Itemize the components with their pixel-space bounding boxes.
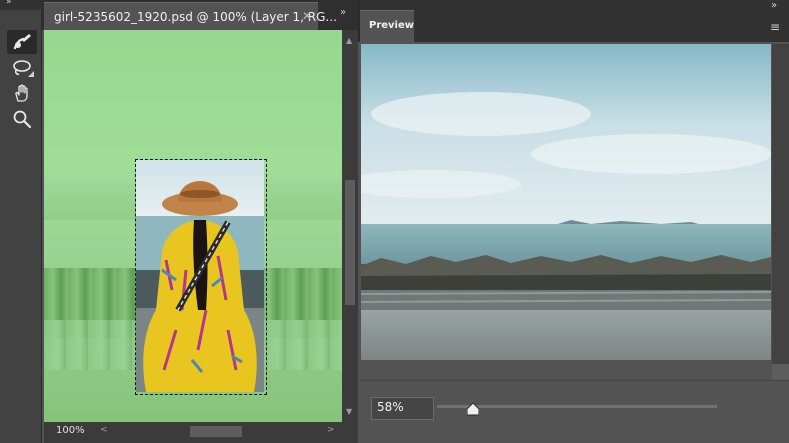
- preview-zoom-input[interactable]: 58%: [371, 397, 434, 420]
- lasso-tool[interactable]: [7, 56, 37, 80]
- panel-menu-icon[interactable]: ≡: [770, 20, 780, 34]
- selection-marquee[interactable]: [135, 159, 267, 395]
- preview-panel: [360, 42, 789, 380]
- scroll-down-icon[interactable]: ▼: [346, 407, 352, 416]
- tool-flyout-indicator: [28, 71, 34, 77]
- collapse-icon[interactable]: »: [6, 0, 11, 7]
- scroll-right-icon[interactable]: >: [327, 425, 335, 435]
- tools-collapse-bar[interactable]: »: [0, 0, 42, 10]
- collapse-panels-icon[interactable]: »: [340, 7, 346, 18]
- document-tab[interactable]: girl-5235602_1920.psd @ 100% (Layer 1, R…: [44, 2, 337, 30]
- zoom-slider[interactable]: [437, 405, 717, 408]
- close-icon[interactable]: ✕: [302, 9, 312, 23]
- preview-tab[interactable]: Preview: [360, 10, 414, 42]
- hand-icon: [15, 84, 28, 102]
- brush-icon: [13, 34, 31, 50]
- zoom-level-status[interactable]: 100%: [56, 425, 85, 436]
- preview-scroll-corner: [772, 364, 789, 380]
- document-status-bar: 100% < >: [44, 422, 358, 443]
- scroll-left-icon[interactable]: <: [100, 425, 108, 435]
- document-tab-title: girl-5235602_1920.psd @ 100% (Layer 1, R…: [54, 10, 337, 24]
- tools-panel: [0, 10, 42, 443]
- preview-tab-label: Preview: [369, 20, 415, 31]
- vertical-scroll-thumb[interactable]: [345, 180, 355, 305]
- scroll-up-icon[interactable]: ▲: [346, 36, 352, 45]
- preview-footer: 58%: [360, 380, 789, 443]
- zoom-tool[interactable]: [7, 107, 37, 131]
- preview-vertical-scrollbar[interactable]: [772, 44, 789, 380]
- magnifier-icon: [13, 110, 32, 129]
- quick-selection-tool[interactable]: [7, 30, 37, 54]
- document-canvas[interactable]: [44, 30, 342, 422]
- preview-image[interactable]: [361, 44, 771, 360]
- collapse-icon[interactable]: »: [771, 0, 777, 11]
- horizontal-scroll-thumb[interactable]: [190, 426, 242, 437]
- hand-tool[interactable]: [7, 81, 37, 105]
- preview-tab-bar: [358, 0, 789, 42]
- canvas-vertical-scrollbar[interactable]: ▲ ▼: [342, 30, 358, 422]
